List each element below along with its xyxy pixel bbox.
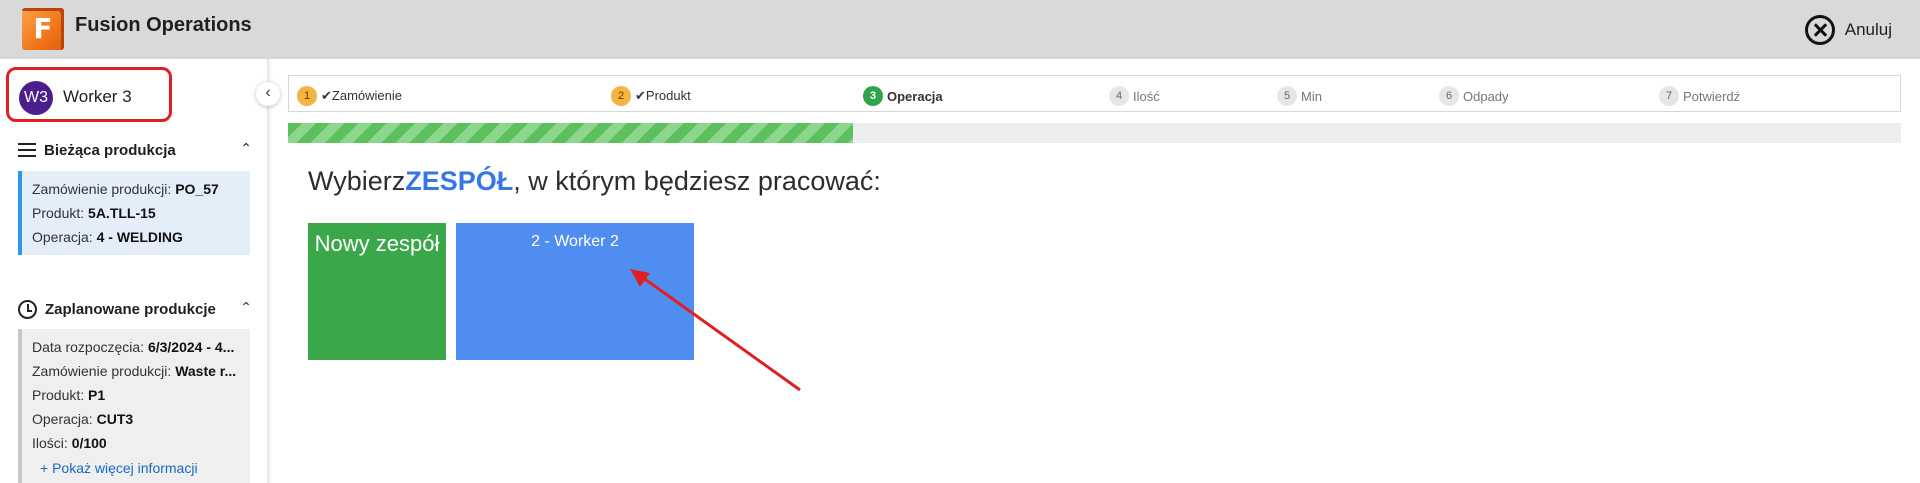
app-title: Fusion Operations [75, 14, 252, 36]
logo-letter: F [33, 12, 53, 45]
planned-quantity-row: Ilości: 0/100 [32, 435, 107, 451]
menu-icon [18, 143, 36, 157]
step-number: 7 [1659, 86, 1679, 106]
step-label: Potwierdź [1683, 88, 1741, 104]
avatar: W3 [19, 81, 53, 115]
collapse-sidebar-button[interactable]: ‹ [256, 82, 280, 106]
heading-prefix: Wybierz [308, 166, 406, 196]
step-product[interactable]: 2 ✔Produkt [611, 86, 691, 106]
fusion-logo-icon: F [22, 8, 64, 50]
heading-highlight: ZESPÓŁ [405, 166, 514, 196]
top-bar: F Fusion Operations Anuluj [0, 0, 1920, 59]
progress-fill [288, 123, 853, 143]
step-number: 1 [297, 86, 317, 106]
step-label: Min [1301, 88, 1322, 104]
current-product-row: Produkt: 5A.TLL-15 [32, 205, 156, 221]
step-label: ✔Produkt [635, 88, 691, 103]
planned-production-title: Zaplanowane produkcje [45, 300, 216, 318]
wizard-progress-bar [288, 123, 1901, 143]
planned-order-row: Zamówienie produkcji: Waste r... [32, 363, 237, 379]
step-label: Odpady [1463, 88, 1509, 104]
step-confirm[interactable]: 7 Potwierdź [1659, 86, 1740, 106]
cancel-label[interactable]: Anuluj [1845, 20, 1892, 40]
close-circle-icon[interactable] [1804, 15, 1835, 45]
wizard-stepper: 1 ✔Zamówienie 2 ✔Produkt 3 Operacja 4 Il… [288, 75, 1901, 112]
chevron-left-icon[interactable]: ‹ [265, 84, 270, 101]
planned-product-row: Produkt: P1 [32, 387, 106, 403]
planned-operation-row: Operacja: CUT3 [32, 411, 134, 427]
show-more-link[interactable]: + Pokaż więcej informacji [40, 460, 198, 476]
step-number: 6 [1439, 86, 1459, 106]
current-order-row: Zamówienie produkcji: PO_57 [32, 181, 219, 197]
step-number: 4 [1109, 86, 1129, 106]
step-waste[interactable]: 6 Odpady [1439, 86, 1509, 106]
planned-production-header[interactable]: Zaplanowane produkcje ⌃ [18, 297, 252, 321]
page-heading: WybierzZESPÓŁ, w którym będziesz pracowa… [308, 166, 881, 197]
step-label: Ilość [1133, 88, 1160, 104]
current-production-card: Zamówienie produkcji: PO_57 Produkt: 5A.… [18, 171, 250, 255]
step-min[interactable]: 5 Min [1277, 86, 1322, 106]
cancel-button[interactable]: Anuluj [1804, 15, 1892, 45]
step-label: Operacja [887, 88, 943, 104]
annotation-arrow-icon [630, 269, 801, 392]
step-order[interactable]: 1 ✔Zamówienie [297, 86, 402, 106]
heading-suffix: , w którym będziesz pracować: [513, 166, 881, 196]
current-production-title: Bieżąca produkcja [44, 141, 176, 159]
current-operation-row: Operacja: 4 - WELDING [32, 229, 183, 245]
step-number: 2 [611, 86, 631, 106]
step-operation[interactable]: 3 Operacja [863, 86, 943, 106]
step-number: 3 [863, 86, 883, 106]
step-number: 5 [1277, 86, 1297, 106]
chevron-up-icon[interactable]: ⌃ [240, 299, 252, 316]
step-label: ✔Zamówienie [321, 88, 402, 103]
new-team-tile[interactable]: Nowy zespół [308, 223, 446, 360]
current-production-header[interactable]: Bieżąca produkcja ⌃ [18, 138, 252, 162]
worker-badge[interactable]: W3 Worker 3 [6, 67, 172, 122]
sidebar-shadow [268, 59, 272, 483]
step-quantity[interactable]: 4 Ilość [1109, 86, 1160, 106]
planned-start-row: Data rozpoczęcia: 6/3/2024 - 4... [32, 339, 235, 355]
worker-name: Worker 3 [63, 87, 132, 106]
planned-production-card: Data rozpoczęcia: 6/3/2024 - 4... Zamówi… [18, 329, 250, 483]
chevron-up-icon[interactable]: ⌃ [240, 140, 252, 157]
clock-icon [18, 299, 37, 319]
